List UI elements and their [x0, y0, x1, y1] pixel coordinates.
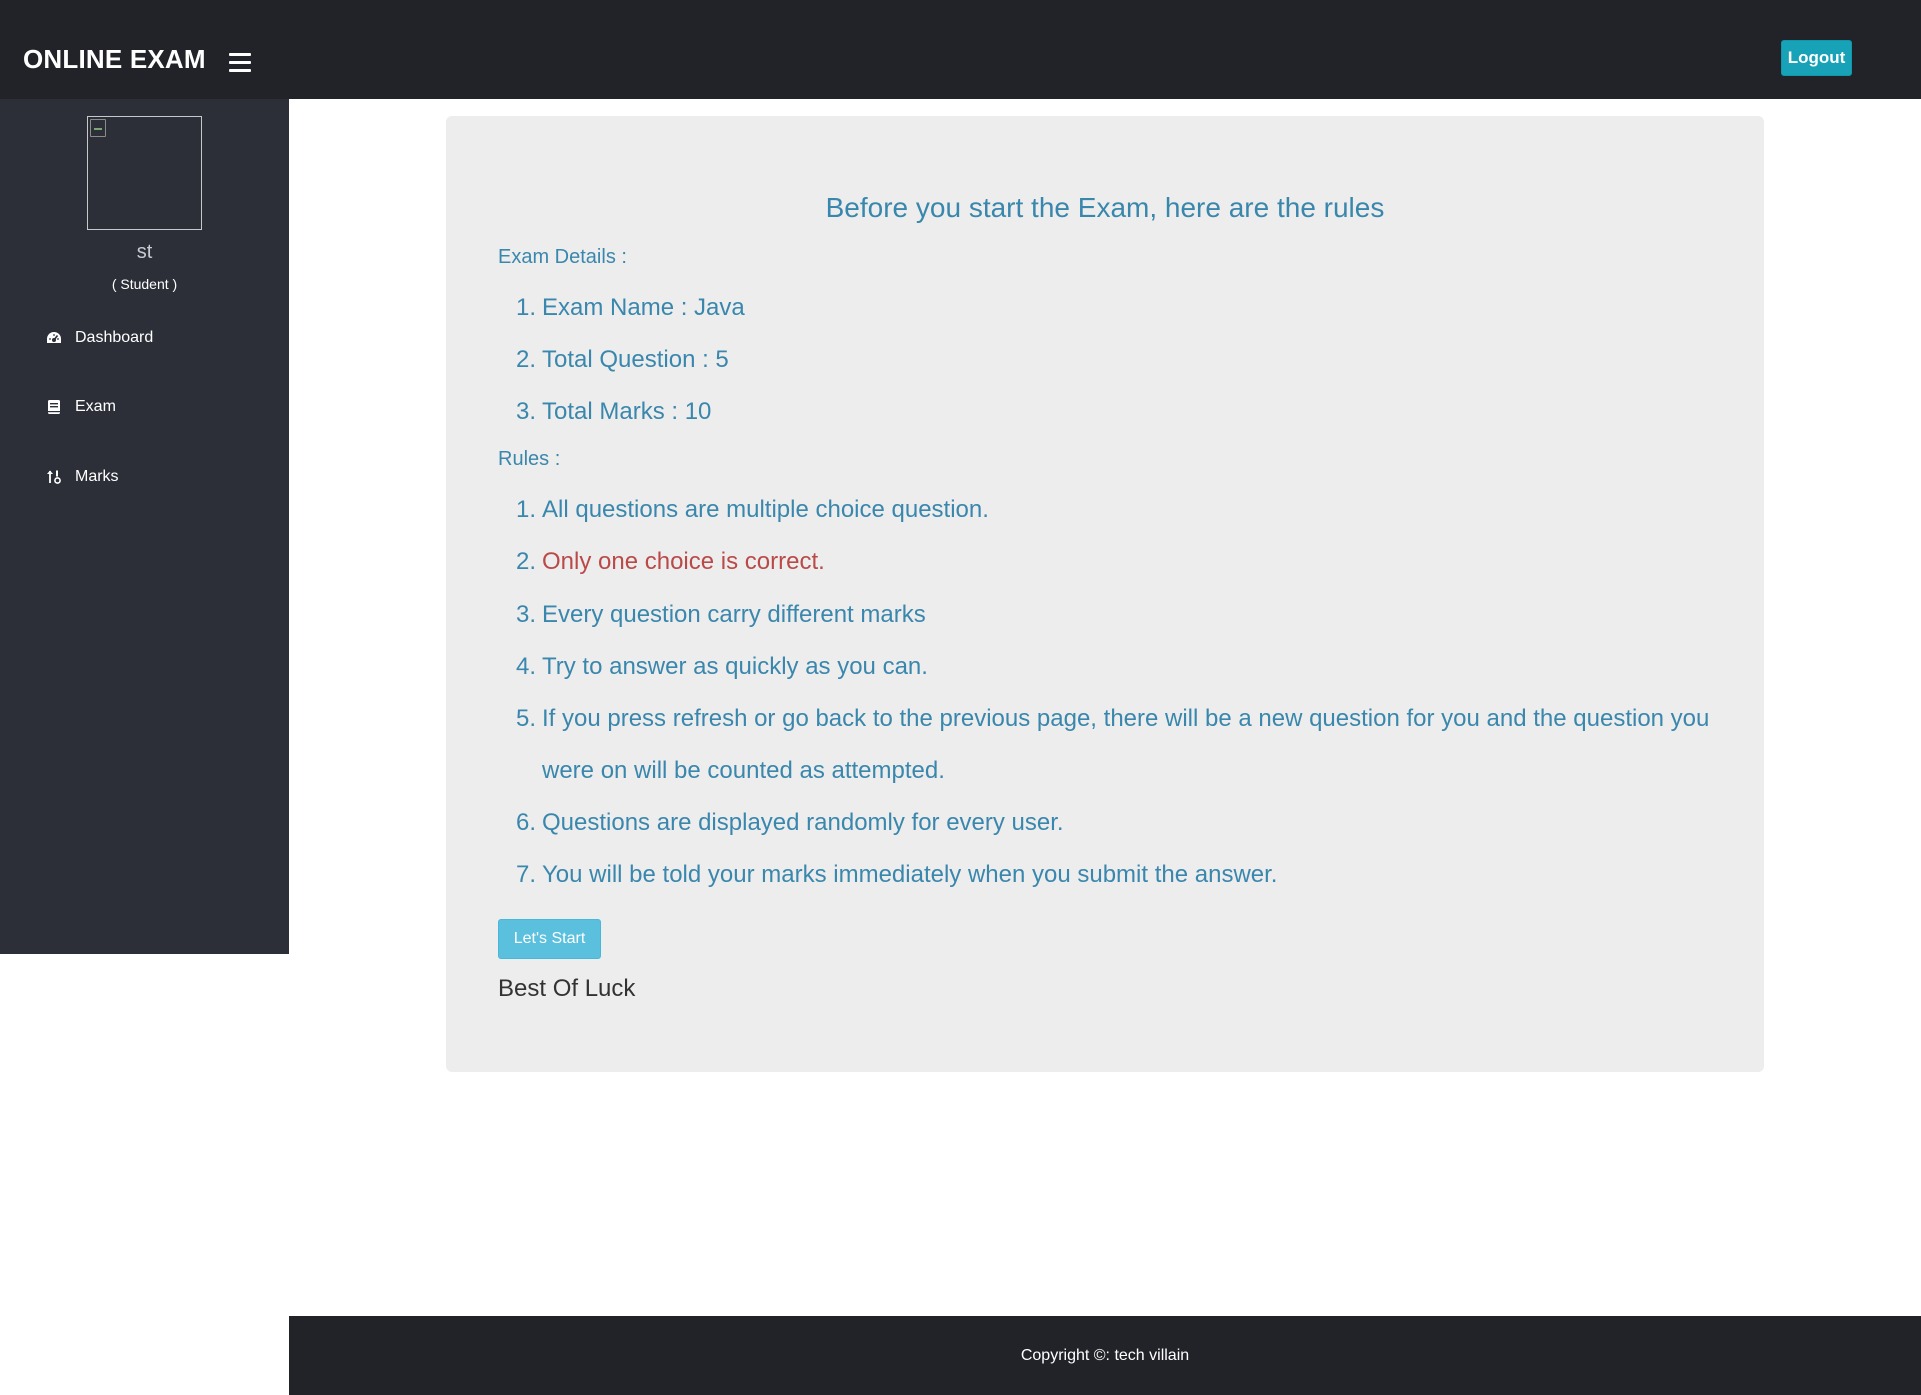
- sidebar-item-label: Exam: [75, 398, 116, 415]
- sidebar-item-marks[interactable]: Marks: [45, 465, 119, 489]
- dashboard-icon: [45, 329, 63, 347]
- exam-rules-panel: Before you start the Exam, here are the …: [446, 116, 1764, 1072]
- exam-detail-item: 1. Exam Name : Java: [516, 294, 745, 321]
- hamburger-menu-icon[interactable]: [229, 53, 252, 73]
- footer: Copyright ©: tech villain: [289, 1316, 1921, 1395]
- rules-label: Rules :: [498, 448, 561, 470]
- rule-item: 5. If you press refresh or go back to th…: [516, 705, 1710, 784]
- exam-detail-item: 2. Total Question : 5: [516, 346, 729, 373]
- exam-details-label: Exam Details :: [498, 246, 627, 268]
- rule-item: 4. Try to answer as quickly as you can.: [516, 653, 928, 680]
- closing-message: Best Of Luck: [498, 975, 636, 1002]
- sidebar-item-label: Dashboard: [75, 329, 154, 346]
- broken-image-icon: [90, 119, 106, 137]
- avatar: [87, 116, 202, 230]
- rule-item: 7. You will be told your marks immediate…: [516, 861, 1278, 888]
- sidebar-item-exam[interactable]: Exam: [45, 395, 116, 419]
- sidebar-item-label: Marks: [75, 468, 119, 485]
- sidebar-item-dashboard[interactable]: Dashboard: [45, 326, 153, 350]
- book-icon: [45, 398, 63, 416]
- start-exam-button[interactable]: Let's Start: [498, 919, 601, 959]
- user-role: ( Student ): [111, 276, 178, 292]
- user-name: st: [136, 241, 153, 263]
- rule-item: 6. Questions are displayed randomly for …: [516, 809, 1064, 836]
- top-navbar: ONLINE EXAM Logout: [0, 0, 1921, 99]
- exam-detail-item: 3. Total Marks : 10: [516, 398, 712, 425]
- rule-item-highlighted: 2. Only one choice is correct.: [516, 548, 825, 575]
- page-title: Before you start the Exam, here are the …: [825, 192, 1385, 223]
- sidebar: st ( Student ) Dashboard Exam Marks: [0, 99, 289, 954]
- sort-numeric-icon: [45, 468, 63, 486]
- brand-title[interactable]: ONLINE EXAM: [23, 42, 206, 76]
- rule-item: 1. All questions are multiple choice que…: [516, 496, 989, 523]
- rule-item: 3. Every question carry different marks: [516, 601, 926, 628]
- copyright-text: Copyright ©: tech villain: [1020, 1346, 1190, 1364]
- logout-button[interactable]: Logout: [1781, 40, 1852, 76]
